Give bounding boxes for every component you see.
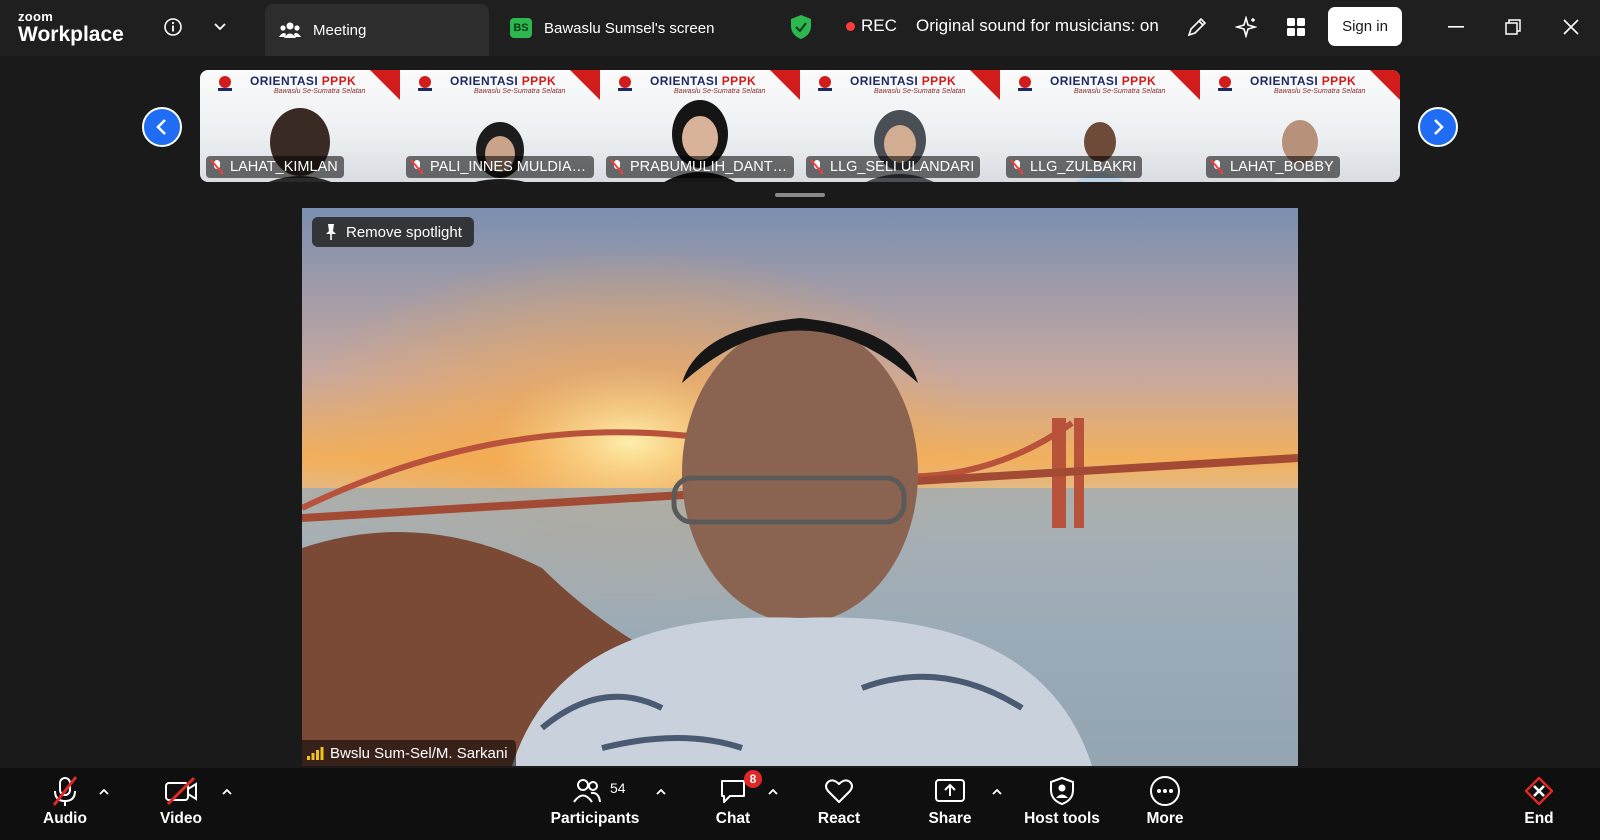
original-sound-status[interactable]: Original sound for musicians: on — [916, 16, 1159, 36]
participant-name-tag: PRABUMULIH_DANTI ... — [606, 156, 794, 178]
host-tools-button[interactable]: Host tools — [1022, 774, 1102, 834]
tab-meeting-label: Meeting — [313, 21, 367, 39]
encryption-shield-icon[interactable] — [790, 14, 812, 45]
audio-button[interactable]: Audio — [40, 774, 90, 834]
participant-tile[interactable]: ORIENTASI PPPK Bawaslu Se-Sumatra Selata… — [600, 70, 800, 182]
previous-page-button[interactable] — [142, 107, 182, 147]
participant-thumbnail-strip: ORIENTASI PPPK Bawaslu Se-Sumatra Selata… — [200, 70, 1400, 182]
apps-grid-icon[interactable] — [1283, 14, 1309, 40]
zoom-workplace-logo: zoom Workplace — [18, 9, 124, 46]
title-bar: zoom Workplace Meeting BS Bawaslu Sumsel… — [0, 0, 1600, 56]
shield-icon — [1050, 776, 1074, 806]
chat-button[interactable]: 8 Chat — [706, 770, 762, 834]
chevron-right-icon — [1434, 119, 1444, 135]
participant-name-tag: PALI_INNES MULDIAN... — [406, 156, 594, 178]
bawaslu-logo-icon — [1018, 76, 1032, 91]
tab-shared-screen[interactable]: BS Bawaslu Sumsel's screen — [510, 12, 714, 44]
restore-window-icon[interactable] — [1500, 14, 1526, 40]
video-off-icon — [165, 776, 197, 806]
participant-name-tag: LAHAT_BOBBY — [1206, 156, 1340, 178]
react-button[interactable]: React — [812, 774, 866, 834]
muted-mic-icon — [210, 159, 224, 175]
muted-mic-icon — [610, 159, 624, 175]
share-button[interactable]: Share — [922, 774, 978, 834]
ai-sparkle-icon[interactable] — [1233, 14, 1259, 40]
signal-strength-icon — [307, 747, 324, 760]
video-options-caret-icon[interactable] — [220, 784, 234, 798]
rec-dot-icon — [846, 21, 855, 31]
tab-screen-label: Bawaslu Sumsel's screen — [544, 19, 715, 37]
bawaslu-logo-icon — [1218, 76, 1232, 91]
participant-tile[interactable]: ORIENTASI PPPK Bawaslu Se-Sumatra Selata… — [400, 70, 600, 182]
minimize-icon[interactable] — [1443, 14, 1469, 40]
participant-tile[interactable]: ORIENTASI PPPK Bawaslu Se-Sumatra Selata… — [200, 70, 400, 182]
spotlight-video[interactable] — [302, 208, 1298, 766]
sign-in-button[interactable]: Sign in — [1328, 7, 1402, 46]
recording-indicator[interactable]: REC — [846, 16, 897, 36]
chevron-left-icon — [156, 119, 166, 135]
screen-avatar-badge: BS — [510, 18, 532, 38]
video-button[interactable]: Video — [156, 774, 206, 834]
participant-tile[interactable]: ORIENTASI PPPK Bawaslu Se-Sumatra Selata… — [1200, 70, 1400, 182]
bawaslu-logo-icon — [218, 76, 232, 91]
next-page-button[interactable] — [1418, 107, 1458, 147]
muted-mic-icon — [410, 159, 424, 175]
participants-button[interactable]: 54 Participants — [550, 774, 640, 834]
participant-name-tag: LLG_SELI ULANDARI — [806, 156, 981, 178]
muted-mic-icon — [1210, 159, 1224, 175]
muted-mic-icon — [1010, 159, 1024, 175]
share-options-caret-icon[interactable] — [990, 784, 1004, 798]
speaker-name-tag: Bwslu Sum-Sel/M. Sarkani — [302, 740, 516, 766]
mic-muted-icon — [52, 776, 78, 806]
bawaslu-logo-icon — [418, 76, 432, 91]
meeting-controls-toolbar: Audio Video 54 Participants 8 Chat React… — [0, 768, 1600, 840]
info-icon[interactable] — [160, 14, 186, 40]
remove-spotlight-button[interactable]: Remove spotlight — [312, 217, 474, 247]
close-icon[interactable] — [1558, 14, 1584, 40]
participants-group-icon — [279, 22, 301, 38]
participants-options-caret-icon[interactable] — [654, 784, 668, 798]
pin-icon — [326, 224, 336, 240]
bawaslu-logo-icon — [818, 76, 832, 91]
bawaslu-logo-icon — [618, 76, 632, 91]
share-screen-icon — [935, 779, 965, 802]
participant-name-tag: LAHAT_KIMLAN — [206, 156, 344, 178]
participant-tile[interactable]: ORIENTASI PPPK Bawaslu Se-Sumatra Selata… — [1000, 70, 1200, 182]
muted-mic-icon — [810, 159, 824, 175]
tab-meeting[interactable]: Meeting — [265, 4, 489, 56]
audio-options-caret-icon[interactable] — [97, 784, 111, 798]
chat-options-caret-icon[interactable] — [766, 784, 780, 798]
speaker-video-scene — [302, 208, 1298, 766]
participants-icon — [573, 779, 601, 803]
end-meeting-button[interactable]: End — [1516, 774, 1562, 834]
heart-icon — [825, 779, 853, 803]
chevron-down-icon[interactable] — [207, 14, 233, 40]
participant-name-tag: LLG_ZULBAKRI — [1006, 156, 1143, 178]
more-dots-icon — [1150, 776, 1180, 806]
annotate-pen-icon[interactable] — [1184, 14, 1210, 40]
participants-count: 54 — [610, 780, 626, 796]
rec-label: REC — [861, 16, 897, 35]
participant-tile[interactable]: ORIENTASI PPPK Bawaslu Se-Sumatra Selata… — [800, 70, 1000, 182]
end-call-icon — [1524, 776, 1554, 806]
more-button[interactable]: More — [1140, 774, 1190, 834]
strip-resize-handle[interactable] — [775, 193, 825, 197]
chat-unread-badge: 8 — [744, 770, 762, 788]
